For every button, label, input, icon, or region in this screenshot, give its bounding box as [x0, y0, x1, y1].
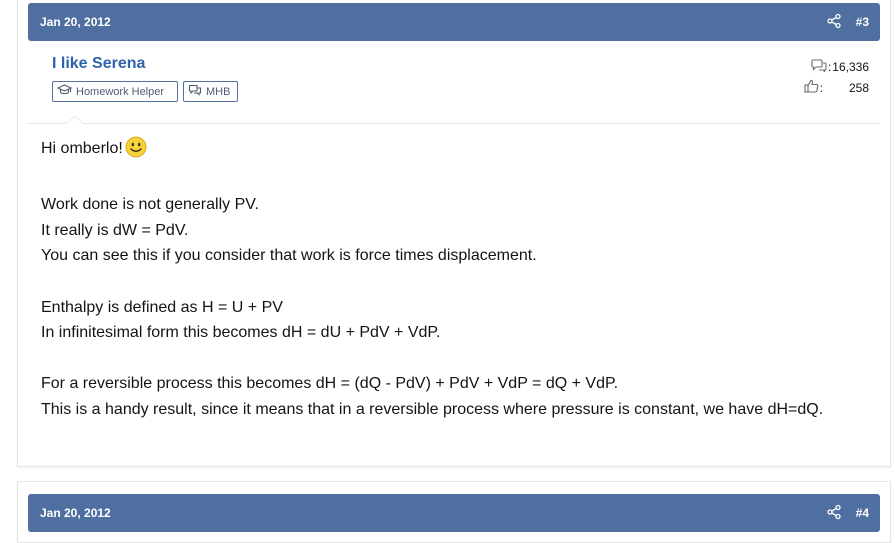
post-3: Jan 20, 2012 #3 I like Serena Homework H… — [17, 0, 891, 467]
post-number-link[interactable]: #4 — [856, 506, 869, 520]
post-4: Jan 20, 2012 #4 — [17, 481, 891, 543]
post-header: Jan 20, 2012 #4 — [28, 494, 880, 532]
thumbs-up-icon — [804, 79, 819, 96]
greeting-text: Hi omberlo! — [41, 140, 123, 157]
share-icon[interactable] — [826, 13, 842, 29]
likes-count: 258 — [848, 80, 869, 95]
graduation-cap-icon — [56, 84, 76, 99]
body-line: You can see this if you consider that wo… — [41, 247, 537, 265]
body-line: For a reversible process this becomes dH… — [41, 375, 619, 393]
user-info: I like Serena Homework Helper MHB: 16,3… — [28, 41, 880, 124]
post-date-link[interactable]: Jan 20, 2012 — [40, 15, 111, 29]
badge-label: Homework Helper — [76, 85, 165, 98]
body-line: In infinitesimal form this becomes dH = … — [41, 324, 441, 342]
body-line: It really is dW = PdV. — [41, 221, 189, 239]
post-date-link[interactable]: Jan 20, 2012 — [40, 506, 111, 520]
badge-mhb: MHB — [183, 81, 238, 102]
post-header: Jan 20, 2012 #3 — [28, 3, 880, 41]
body-line: Hi omberlo! — [41, 136, 830, 167]
badge-homework-helper: Homework Helper — [52, 81, 178, 102]
comments-icon — [188, 84, 206, 99]
message-arrow — [65, 116, 85, 124]
stat-separator: : — [827, 60, 832, 74]
body-line: Work done is not generally PV. — [41, 196, 259, 214]
messages-stat: : 16,336 — [811, 59, 869, 75]
body-line: Enthalpy is defined as H = U + PV — [41, 298, 283, 316]
share-icon[interactable] — [826, 504, 842, 520]
post-body: Hi omberlo! Work done is not generally P… — [41, 136, 830, 423]
username-link[interactable]: I like Serena — [52, 55, 145, 73]
post-number-link[interactable]: #3 — [856, 15, 869, 29]
body-line: This is a handy result, since it means t… — [41, 400, 824, 418]
badge-label: MHB — [206, 85, 231, 98]
stat-separator: : — [819, 80, 823, 95]
messages-icon — [811, 59, 827, 75]
likes-stat: : 258 — [804, 79, 869, 96]
smiley-emoji-icon — [125, 136, 147, 167]
messages-count: 16,336 — [832, 60, 869, 74]
